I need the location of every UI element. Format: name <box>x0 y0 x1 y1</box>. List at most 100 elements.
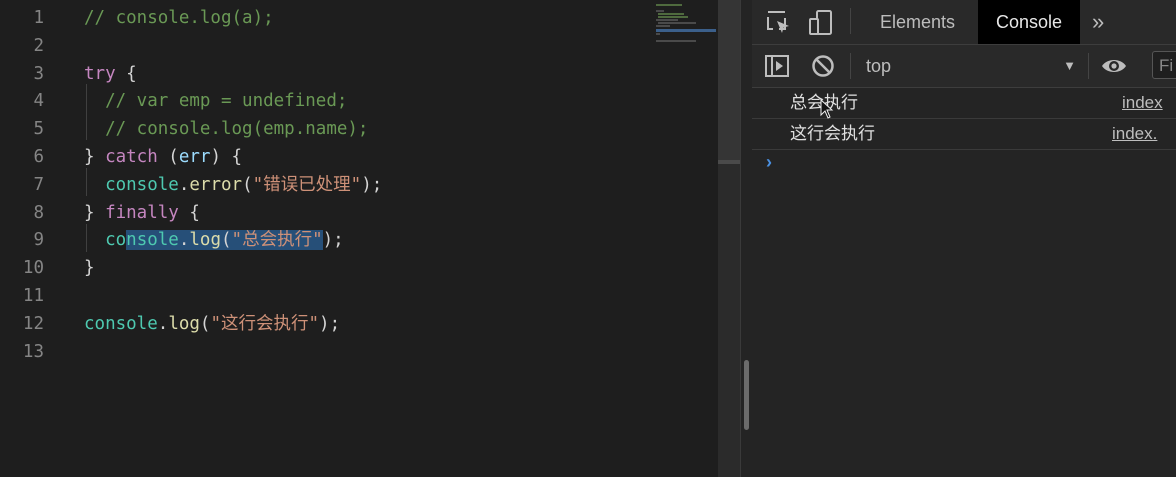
code-token: log <box>189 230 221 251</box>
code-text: // console.log(a); <box>84 4 274 32</box>
code-text: try { <box>84 60 137 88</box>
editor-scrollbar-thumb[interactable] <box>718 160 740 164</box>
code-token: } <box>84 202 106 223</box>
code-text: console.log("这行会执行"); <box>84 310 340 338</box>
devtools-panel: Elements Console » top ▼ Fi index 这行会执行 … <box>752 0 1176 477</box>
code-token: console <box>105 174 179 195</box>
line-number: 8 <box>33 202 44 223</box>
console-source-link[interactable]: index <box>1122 88 1163 118</box>
code-token: ( <box>157 147 179 167</box>
code-token: ); <box>319 313 341 334</box>
code-token: // console.log(a); <box>84 8 274 28</box>
code-line[interactable]: 9 console.log("总会执行"); <box>0 226 700 254</box>
console-toolbar: top ▼ Fi <box>752 45 1176 88</box>
console-message: 总会执行 index <box>752 88 1176 119</box>
code-line[interactable]: 7 console.error("错误已处理"); <box>0 171 700 199</box>
device-toolbar-icon[interactable] <box>808 10 834 36</box>
more-tabs-button[interactable]: » <box>1092 0 1104 44</box>
context-selector[interactable]: top ▼ <box>866 51 1076 81</box>
code-token: . <box>157 313 169 334</box>
code-text: } <box>84 254 95 282</box>
code-line[interactable]: 1 // console.log(a); <box>0 4 700 32</box>
code-line[interactable]: 8} finally { <box>0 199 700 227</box>
code-token: ); <box>322 230 344 251</box>
code-editor[interactable]: 1// console.log(a); 2 3 try {4 // var emp =… <box>0 0 740 477</box>
code-token: error <box>189 174 243 195</box>
code-token: // var emp = undefined; <box>84 91 348 112</box>
line-number: 12 <box>22 313 44 334</box>
mouse-pointer-icon <box>820 98 834 119</box>
code-token: // console.log(emp.name); <box>84 119 369 140</box>
inspect-element-icon[interactable] <box>766 10 792 36</box>
code-line[interactable]: 6} catch (err) { <box>0 143 700 171</box>
code-token: "错误已处理" <box>252 174 362 195</box>
code-text: console.error("错误已处理"); <box>84 171 382 199</box>
code-token: ( <box>221 230 232 251</box>
editor-scrollbar-track <box>718 0 740 160</box>
code-token: err <box>178 147 211 167</box>
code-token: ( <box>199 313 211 334</box>
clear-console-icon[interactable] <box>810 53 836 79</box>
code-token: ( <box>242 174 253 195</box>
line-number: 9 <box>33 230 44 251</box>
sidebar-toggle-icon[interactable] <box>764 53 790 79</box>
console-source-link[interactable]: index. <box>1112 119 1157 149</box>
code-line[interactable]: 12 console.log("这行会执行"); <box>0 310 700 338</box>
code-token: try <box>84 63 116 84</box>
code-line[interactable]: 5 // console.log(emp.name); <box>0 115 700 143</box>
code-token: { <box>178 202 200 223</box>
indent-guide-catch <box>86 168 87 196</box>
minimap[interactable] <box>650 0 718 50</box>
code-token: ); <box>361 174 383 195</box>
line-number: 5 <box>33 119 44 140</box>
code-token: "总会执行" <box>231 230 323 251</box>
line-number: 2 <box>33 35 44 56</box>
line-number: 13 <box>22 341 44 362</box>
indent-guide-finally <box>86 224 87 252</box>
code-text: console.log("总会执行"); <box>84 226 344 254</box>
code-line[interactable]: 2 <box>0 32 700 60</box>
code-line[interactable]: 10} <box>0 254 700 282</box>
line-number: 10 <box>22 258 44 279</box>
context-selector-value: top <box>866 56 892 76</box>
code-text: // var emp = undefined; <box>84 87 347 115</box>
code-token: log <box>168 313 200 334</box>
chevron-down-icon: ▼ <box>1063 58 1076 73</box>
code-line[interactable]: 3 try { <box>0 60 700 88</box>
tab-elements[interactable]: Elements <box>862 0 973 44</box>
code-token: { <box>115 63 137 84</box>
code-token: ) { <box>210 147 243 167</box>
tab-console[interactable]: Console <box>978 0 1081 44</box>
line-number: 3 <box>33 63 44 84</box>
code-token: . <box>178 174 190 195</box>
code-line[interactable]: 11 <box>0 282 700 310</box>
code-token: catch <box>105 147 158 167</box>
code-token: . <box>178 230 190 251</box>
code-token: } <box>84 147 106 167</box>
code-text: } catch (err) { <box>84 143 242 171</box>
line-number: 4 <box>33 91 44 112</box>
line-number: 1 <box>33 8 44 28</box>
code-token: console <box>84 313 158 334</box>
editor-scrollbar[interactable] <box>718 0 740 477</box>
code-token: nsole <box>126 230 179 251</box>
console-prompt-icon[interactable]: › <box>766 152 772 173</box>
console-message: 这行会执行 index. <box>752 119 1176 150</box>
console-message-text: 这行会执行 <box>790 124 875 143</box>
code-token: co <box>84 230 127 251</box>
console-output: 总会执行 index 这行会执行 index. › <box>752 88 1176 477</box>
panel-scrollbar-thumb[interactable] <box>744 360 749 430</box>
line-number: 7 <box>33 174 44 195</box>
code-line[interactable]: 4 // var emp = undefined; <box>0 87 700 115</box>
code-token: finally <box>105 202 179 223</box>
code-token: } <box>84 258 95 279</box>
code-line[interactable]: 13 <box>0 338 700 366</box>
code-text: // console.log(emp.name); <box>84 115 368 143</box>
indent-guide-try <box>86 84 87 140</box>
line-number: 11 <box>22 286 44 306</box>
code-text: } finally { <box>84 199 200 227</box>
line-number: 6 <box>33 147 44 167</box>
filter-input[interactable]: Fi <box>1152 51 1176 79</box>
eye-icon[interactable] <box>1100 53 1126 79</box>
